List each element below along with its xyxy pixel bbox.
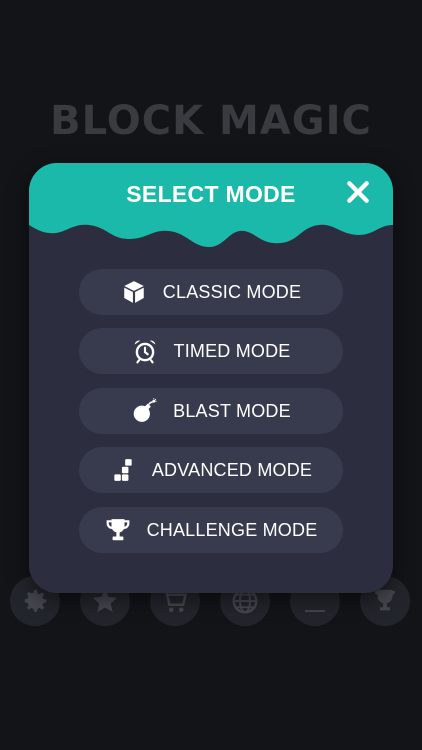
timed-mode-button[interactable]: TIMED MODE [79,328,343,374]
mode-label: ADVANCED MODE [151,459,313,480]
alarm-clock-icon [132,338,158,364]
challenge-mode-button[interactable]: CHALLENGE MODE [79,507,343,553]
dialog-title: SELECT MODE [126,181,296,207]
mode-label: CHALLENGE MODE [146,519,318,540]
game-title: BLOCK MAGIC [50,98,372,144]
select-mode-dialog: SELECT MODE CLASSIC MODE TIMED MODE BLAS… [29,163,393,593]
blocks-icon [110,457,136,483]
close-icon [347,181,369,203]
trophy-icon [105,517,131,543]
mode-label: CLASSIC MODE [162,281,302,302]
cube-icon [121,279,147,305]
dialog-header: SELECT MODE [29,163,393,253]
mode-label: BLAST MODE [173,400,291,421]
drip-header-shape [29,163,393,247]
advanced-mode-button[interactable]: ADVANCED MODE [79,447,343,493]
close-button[interactable] [345,179,371,205]
bomb-icon [131,398,157,424]
blast-mode-button[interactable]: BLAST MODE [79,388,343,434]
game-screen: BLOCK MAGIC SELECT MODE CLASSIC MODE TIM… [0,0,422,750]
mode-label: TIMED MODE [173,340,291,361]
classic-mode-button[interactable]: CLASSIC MODE [79,269,343,315]
